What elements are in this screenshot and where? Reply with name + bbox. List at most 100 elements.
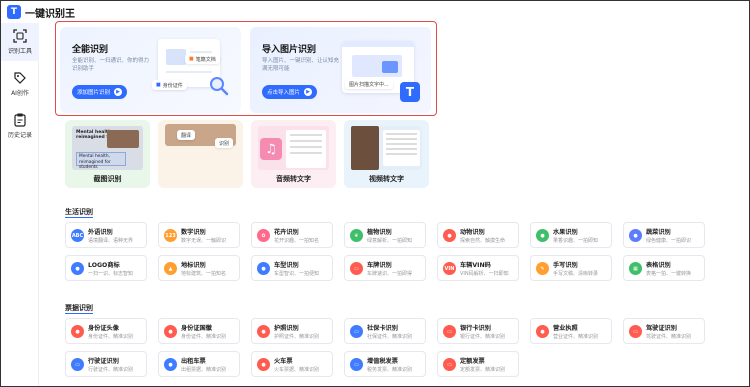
card-icon: VIN: [443, 262, 456, 275]
tag-icon: [14, 72, 26, 84]
card-subtitle: 果香识趣、一拍即知: [553, 238, 599, 244]
section-underline: [65, 313, 93, 314]
arrow-right-icon: ▶: [304, 88, 313, 96]
recognition-card[interactable]: ▭ 车牌识别 车牌速识、一拍即得: [344, 255, 426, 281]
card-subtitle: 出租票据、精准识别: [181, 367, 227, 373]
hero-import-image[interactable]: 导入图片识别 导入图片、一键识别、让认知充满无限可能 点击导入图片 ▶ 图片扫描…: [250, 27, 431, 113]
recognition-card[interactable]: ● 身份证国徽 身份证件、精准识别: [158, 318, 240, 344]
card-title: 火车票: [274, 358, 293, 365]
hero-all-recognition[interactable]: 全能识别 全能识别、一扫通识、你的得力识别助手 添加图片识别 ▶ ■ 笔籍文档 ■…: [60, 27, 241, 113]
recognition-card[interactable]: ❦ 植物识别 绿意解析、一拍即知: [344, 222, 426, 248]
recognition-card[interactable]: ✿ 花卉识别 花开识趣、一拍知名: [251, 222, 333, 248]
chip-document: ■ 笔籍文档: [185, 54, 220, 64]
tool-screenshot-recognition[interactable]: Mental health, reimagined for Mental hea…: [65, 120, 150, 188]
card-title: 身份证国徽: [181, 325, 212, 332]
card-icon: ▭: [71, 358, 84, 371]
recognition-card[interactable]: ● 身份证头像 身份证件、精准识别: [65, 318, 147, 344]
card-title: 水果识别: [553, 229, 578, 236]
tool-audio-to-text[interactable]: ♫ 音频转文字: [251, 120, 336, 188]
recognition-card[interactable]: ▭ 增值税发票 税务发票、精准识别: [344, 351, 426, 377]
recognition-card[interactable]: ABC 外语识别 语境翻译、语种无界: [65, 222, 147, 248]
recognition-card[interactable]: ● 出租车票 出租票据、精准识别: [158, 351, 240, 377]
recognition-card[interactable]: 123 数字识别 数字无误、一触即识: [158, 222, 240, 248]
card-subtitle: 语境翻译、语种无界: [88, 238, 134, 244]
hero-title: 全能识别: [72, 45, 109, 55]
section-title-life: 生活识别: [65, 208, 93, 216]
card-icon: ▦: [629, 262, 642, 275]
card-subtitle: 表格一拍、一键转换: [646, 271, 692, 277]
scan-icon: [13, 29, 27, 43]
recognition-card[interactable]: ▭ 驾驶证识别 驾驶证件、精准识别: [623, 318, 705, 344]
card-subtitle: 护照证件、精准识别: [274, 334, 320, 340]
recognition-card[interactable]: ▭ 社保卡识别 社保证件、精准识别: [344, 318, 426, 344]
hero-title: 导入图片识别: [262, 45, 317, 55]
card-subtitle: 税务发票、精准识别: [367, 367, 413, 373]
card-icon: ❦: [350, 229, 363, 242]
card-subtitle: 绿色健康、一拍即识: [646, 238, 692, 244]
hero-subtitle: 导入图片、一键识别、让认知充满无限可能: [262, 58, 340, 72]
rail-label: 识别工具: [7, 48, 32, 55]
card-title: 驾驶证识别: [646, 325, 677, 332]
import-image-button-label: 点击导入图片: [267, 90, 301, 96]
card-subtitle: 车牌速识、一拍即得: [367, 271, 413, 277]
card-icon: ●: [536, 229, 549, 242]
rail-label: AI创作: [11, 90, 29, 97]
card-icon: 123: [164, 229, 177, 242]
recognition-card[interactable]: VIN 车辆VIN码 VIN码解析、一扫即知: [437, 255, 519, 281]
recognition-card[interactable]: ● 水果识别果香识趣、一拍即知: [530, 222, 612, 248]
card-subtitle: 社保证件、精准识别: [367, 334, 413, 340]
card-title: 数字识别: [181, 229, 206, 236]
card-title: 出租车票: [181, 358, 206, 365]
tool-label: 视频转文字: [369, 175, 404, 183]
card-icon: ✎: [536, 262, 549, 275]
recognition-card[interactable]: ● 护照识别 护照证件、精准识别: [251, 318, 333, 344]
rail-item-history[interactable]: 历史记录: [1, 107, 39, 145]
section-title-docs: 票据识别: [65, 304, 93, 312]
card-icon: ABC: [71, 229, 84, 242]
recognition-card[interactable]: ● 火车票 火车票据、精准识别: [251, 351, 333, 377]
card-subtitle: 身份证件、精准识别: [88, 334, 134, 340]
add-image-button[interactable]: 添加图片识别 ▶: [72, 85, 128, 99]
recognition-card[interactable]: ● LOGO商标 一扫一识、标志智知: [65, 255, 147, 281]
card-subtitle: 探索自然、触摸生命: [460, 238, 506, 244]
recognition-card[interactable]: ▭ 行驶证识别 行驶证件、精准识别: [65, 351, 147, 377]
recognition-card[interactable]: ▦ 表格识别 表格一拍、一键转换: [623, 255, 705, 281]
recognition-card[interactable]: ● 车型识别 车型智识、一拍便知: [251, 255, 333, 281]
rail-item-recognition-tools[interactable]: 识别工具: [1, 23, 39, 61]
hero-subtitle: 全能识别、一扫通识、你的得力识别助手: [72, 58, 150, 72]
card-icon: ▭: [629, 325, 642, 338]
card-title: LOGO商标: [88, 262, 120, 269]
card-subtitle: 身份证件、精准识别: [181, 334, 227, 340]
card-subtitle: 车型智识、一拍便知: [274, 271, 320, 277]
card-subtitle: 花开识趣、一拍知名: [274, 238, 320, 244]
rail-item-ai-create[interactable]: AI创作: [1, 65, 39, 103]
tool-video-to-text[interactable]: 视频转文字: [344, 120, 429, 188]
card-icon: ●: [257, 358, 270, 371]
recognition-card[interactable]: ▭ 定额发票 定额发票、精准识别: [437, 351, 519, 377]
recognition-card[interactable]: ✎ 手写识别手写文稿、清晰转录: [530, 255, 612, 281]
tool-camera-translate[interactable]: 翻译 识别: [158, 120, 243, 188]
rail-label: 历史记录: [7, 132, 32, 139]
main-content: 全能识别 全能识别、一扫通识、你的得力识别助手 添加图片识别 ▶ ■ 笔籍文档 ■…: [40, 21, 749, 386]
recognition-card[interactable]: ▲ 地标识别 地标建筑、一拍知名: [158, 255, 240, 281]
section-underline: [65, 217, 93, 218]
import-image-button[interactable]: 点击导入图片 ▶: [262, 85, 318, 99]
card-subtitle: 手写文稿、清晰转录: [553, 271, 599, 277]
recognition-card[interactable]: ● 蔬菜识别 绿色健康、一拍即识: [623, 222, 705, 248]
card-title: 行驶证识别: [88, 358, 119, 365]
recognition-card[interactable]: ● 动物识别 探索自然、触摸生命: [437, 222, 519, 248]
recognition-card[interactable]: ▭ 银行卡识别 银行证件、精准识别: [437, 318, 519, 344]
card-title: 车牌识别: [367, 262, 392, 269]
text-t-icon: T: [400, 82, 420, 102]
recognition-card[interactable]: ● 营业执照 营业证件、精准识别: [530, 318, 612, 344]
card-icon: ▭: [443, 325, 456, 338]
app-name: 一键识别王: [25, 8, 75, 20]
card-title: 车辆VIN码: [460, 262, 491, 269]
card-title: 定额发票: [460, 358, 485, 365]
card-icon: ●: [257, 262, 270, 275]
left-rail: 识别工具 AI创作 历史记录: [1, 23, 39, 386]
card-title: 蔬菜识别: [646, 229, 671, 236]
card-title: 手写识别: [553, 262, 578, 269]
card-subtitle: 定额发票、精准识别: [460, 367, 506, 373]
card-subtitle: 银行证件、精准识别: [460, 334, 506, 340]
